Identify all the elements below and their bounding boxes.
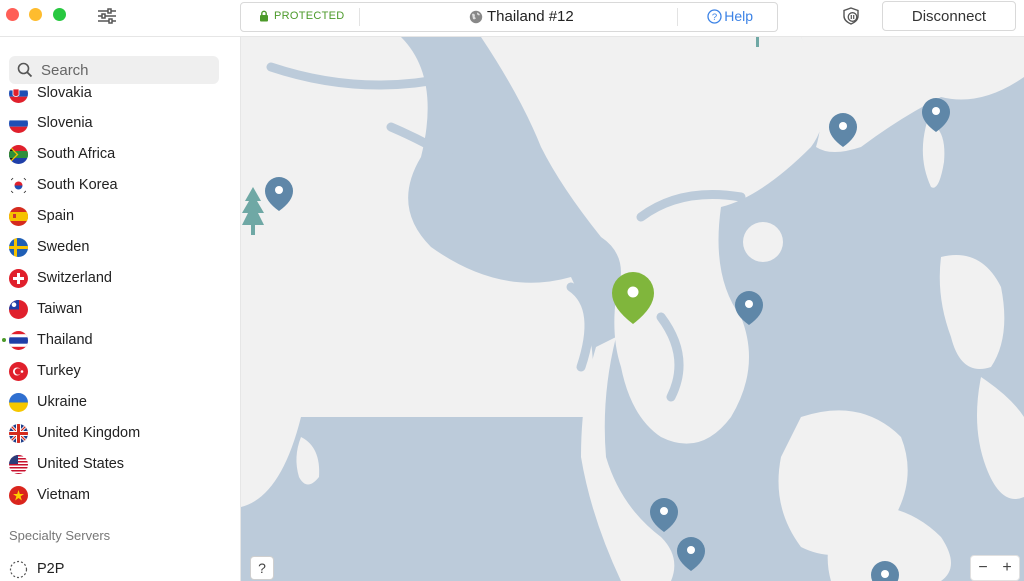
- country-item-slovakia[interactable]: Slovakia: [0, 79, 240, 107]
- globe-icon: [469, 10, 483, 23]
- divider: [359, 8, 360, 26]
- country-name: United States: [37, 456, 125, 472]
- location-pin-icon[interactable]: [733, 289, 765, 327]
- country-name: Ukraine: [37, 394, 87, 410]
- disconnect-button[interactable]: Disconnect: [882, 1, 1016, 31]
- lock-icon: [260, 10, 268, 22]
- server-name: Thailand #12: [487, 8, 574, 25]
- country-name: Taiwan: [37, 301, 83, 317]
- shield-pause-icon[interactable]: [840, 6, 862, 26]
- country-item-south-korea[interactable]: South Korea: [0, 171, 240, 199]
- location-pin-icon[interactable]: [675, 535, 707, 573]
- search-placeholder: Search: [41, 61, 89, 79]
- slovakia-flag-icon: [9, 83, 28, 103]
- question-circle-icon: ?: [707, 8, 722, 24]
- minimize-window-button[interactable]: [29, 8, 42, 21]
- country-item-slovenia[interactable]: Slovenia: [0, 109, 240, 137]
- us-flag-icon: [9, 454, 28, 474]
- turkey-flag-icon: [9, 361, 28, 381]
- sweden-flag-icon: [9, 237, 28, 257]
- zoom-window-button[interactable]: [53, 8, 66, 21]
- country-name: Spain: [37, 208, 75, 224]
- country-item-taiwan[interactable]: Taiwan: [0, 295, 240, 323]
- connection-status-bar: PROTECTED Thailand #12 ? Help: [240, 2, 778, 32]
- switzerland-flag-icon: [9, 268, 28, 288]
- vietnam-flag-icon: [9, 485, 28, 505]
- south-africa-flag-icon: [9, 144, 28, 164]
- ukraine-flag-icon: [9, 392, 28, 412]
- south-korea-flag-icon: [9, 175, 28, 195]
- country-item-thailand[interactable]: Thailand: [0, 326, 240, 354]
- uk-flag-icon: [9, 423, 28, 443]
- country-item-united-states[interactable]: United States: [0, 450, 240, 478]
- zoom-controls: − +: [970, 555, 1020, 581]
- taiwan-flag-icon: [9, 299, 28, 319]
- location-pin-icon[interactable]: [263, 175, 295, 213]
- country-name: Slovakia: [37, 85, 92, 101]
- country-item-south-africa[interactable]: South Africa: [0, 140, 240, 168]
- divider: [677, 8, 678, 26]
- country-item-ukraine[interactable]: Ukraine: [0, 388, 240, 416]
- country-name: South Korea: [37, 177, 118, 193]
- country-name: Slovenia: [37, 115, 93, 131]
- settings-sliders-icon[interactable]: [96, 6, 118, 26]
- location-pin-icon[interactable]: [920, 96, 952, 134]
- country-item-switzerland[interactable]: Switzerland: [0, 264, 240, 292]
- svg-text:?: ?: [712, 12, 717, 23]
- thailand-flag-icon: [9, 330, 28, 350]
- title-bar: PROTECTED Thailand #12 ? Help Disconnect: [0, 0, 1024, 37]
- sidebar: Search Slovakia Slovenia South Africa So…: [0, 37, 241, 581]
- country-name: Turkey: [37, 363, 81, 379]
- country-name: Thailand: [37, 332, 93, 348]
- country-item-sweden[interactable]: Sweden: [0, 233, 240, 261]
- protected-status: PROTECTED: [259, 10, 345, 22]
- current-server[interactable]: Thailand #12: [469, 8, 574, 25]
- country-name: Sweden: [37, 239, 90, 255]
- country-item-united-kingdom[interactable]: United Kingdom: [0, 419, 240, 447]
- country-item-vietnam[interactable]: Vietnam: [0, 481, 240, 509]
- location-pin-icon[interactable]: [869, 559, 901, 581]
- zoom-out-button[interactable]: −: [971, 559, 995, 577]
- map-help-button[interactable]: ?: [250, 556, 274, 580]
- spain-flag-icon: [9, 206, 28, 226]
- p2p-icon: [9, 560, 28, 579]
- country-name: South Africa: [37, 146, 116, 162]
- connected-indicator: [2, 338, 6, 342]
- location-pin-icon[interactable]: [827, 111, 859, 149]
- country-name: Switzerland: [37, 270, 112, 286]
- help-link[interactable]: ? Help: [707, 8, 753, 24]
- specialty-servers-heading: Specialty Servers: [9, 528, 111, 543]
- specialty-name: P2P: [37, 561, 65, 577]
- country-item-spain[interactable]: Spain: [0, 202, 240, 230]
- specialty-item-p2p[interactable]: P2P: [0, 555, 240, 581]
- location-pin-icon[interactable]: [648, 496, 680, 534]
- slovenia-flag-icon: [9, 113, 28, 133]
- country-item-turkey[interactable]: Turkey: [0, 357, 240, 385]
- help-label: Help: [724, 8, 753, 24]
- country-name: United Kingdom: [37, 425, 141, 441]
- zoom-in-button[interactable]: +: [995, 559, 1019, 577]
- country-name: Vietnam: [37, 487, 90, 503]
- active-location-pin-icon[interactable]: [610, 270, 656, 326]
- world-map[interactable]: [241, 37, 1024, 581]
- search-icon: [17, 62, 33, 78]
- close-window-button[interactable]: [6, 8, 19, 21]
- protected-label: PROTECTED: [274, 10, 345, 22]
